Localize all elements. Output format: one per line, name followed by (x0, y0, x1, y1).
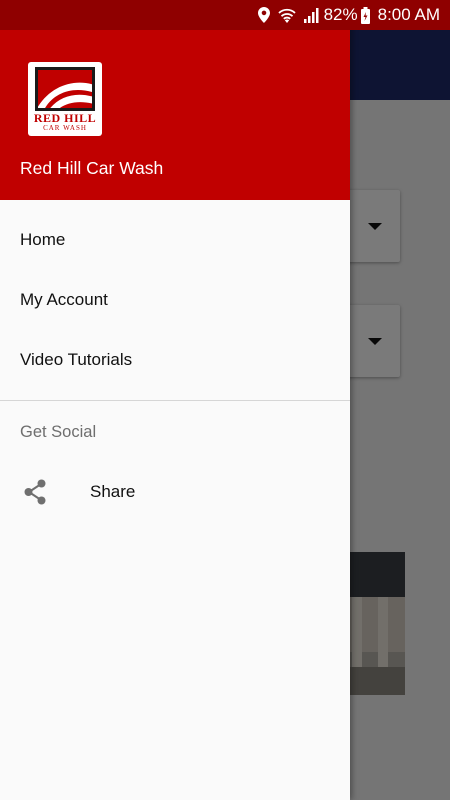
clock: 8:00 AM (377, 5, 440, 24)
battery-icon (360, 6, 370, 24)
menu-item-my-account[interactable]: My Account (0, 270, 350, 330)
navigation-drawer: RED HILL CAR WASH Red Hill Car Wash Home… (0, 0, 350, 800)
status-bar: 82% 8:00 AM (0, 0, 450, 30)
app-name: Red Hill Car Wash (20, 158, 164, 178)
section-title-get-social: Get Social (20, 423, 97, 441)
location-icon (257, 7, 270, 23)
logo-wordmark-top: RED HILL (33, 111, 97, 125)
drawer-header: RED HILL CAR WASH Red Hill Car Wash (0, 0, 350, 200)
wifi-icon (277, 8, 296, 23)
drawer-menu: Home My Account Video Tutorials (0, 210, 350, 390)
signal-icon (303, 8, 319, 23)
share-label: Share (90, 482, 136, 501)
share-icon (24, 479, 46, 505)
menu-item-home[interactable]: Home (0, 210, 350, 270)
menu-item-video-tutorials[interactable]: Video Tutorials (0, 330, 350, 390)
red-hill-logo: RED HILL CAR WASH (28, 62, 102, 136)
menu-divider (0, 400, 350, 401)
logo-wordmark-bottom: CAR WASH (43, 124, 87, 132)
menu-item-share[interactable]: Share (0, 462, 350, 522)
battery-percent: 82% (323, 5, 358, 24)
